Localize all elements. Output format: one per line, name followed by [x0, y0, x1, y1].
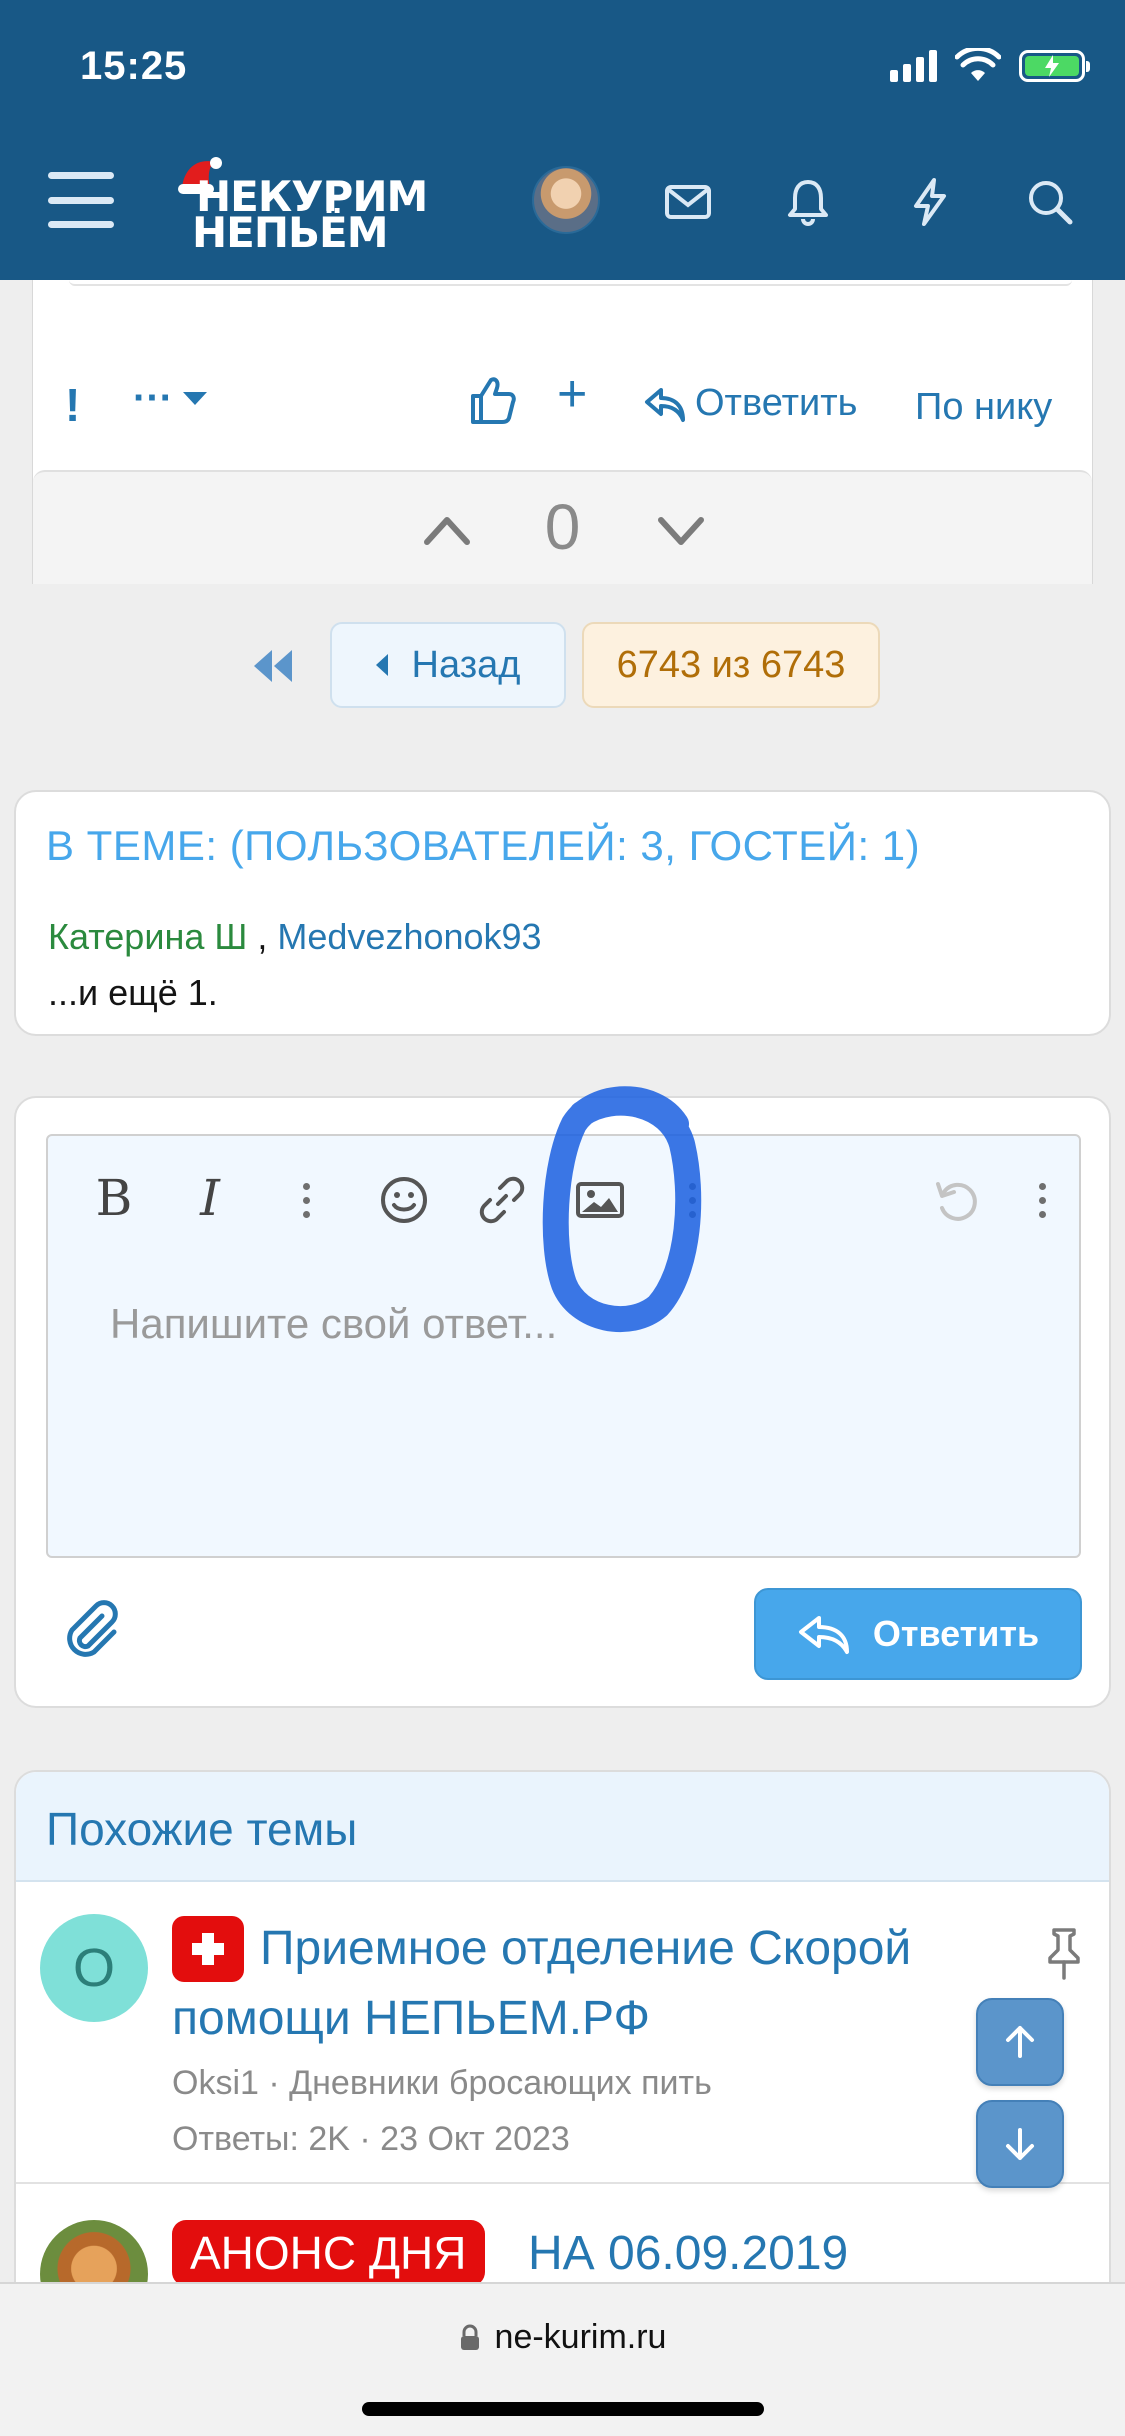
similar-topics-header: Похожие темы: [16, 1772, 1109, 1882]
reply-icon: [645, 387, 685, 422]
topic-stats: Ответы: 2K · 23 Окт 2023: [172, 2120, 570, 2158]
in-topic-title[interactable]: В ТЕМЕ: (ПОЛЬЗОВАТЕЛЕЙ: 3, ГОСТЕЙ: 1): [46, 822, 920, 870]
report-button[interactable]: !: [65, 378, 80, 432]
bell-icon[interactable]: [782, 176, 834, 228]
lock-icon: [460, 2324, 479, 2350]
more-format-icon[interactable]: [280, 1174, 332, 1226]
more-actions-button[interactable]: ···: [133, 376, 207, 421]
post-actions: ! ··· + Ответить По нику: [33, 365, 1092, 450]
arrow-down-icon: [1006, 2128, 1034, 2160]
topic-title-link[interactable]: Приемное отделение Скорой помощи НЕПЬЕМ.…: [172, 1914, 992, 2054]
battery-icon: [1019, 50, 1090, 82]
post-card: ! ··· + Ответить По нику 0: [32, 280, 1093, 584]
browser-address-bar[interactable]: ne-kurim.ru: [0, 2282, 1125, 2436]
link-icon[interactable]: [476, 1174, 528, 1226]
first-page-icon[interactable]: [248, 644, 298, 688]
mail-icon[interactable]: [662, 176, 714, 228]
status-icons: [890, 48, 1090, 84]
avatar[interactable]: [532, 166, 600, 234]
more-users-text: ...и ещё 1.: [48, 972, 218, 1013]
vote-count: 0: [544, 491, 581, 563]
image-icon[interactable]: [574, 1174, 626, 1226]
chevron-down-icon: [182, 392, 207, 405]
reply-editor-block: B I Напишите свой ответ... Ответить: [14, 1096, 1111, 1708]
pagination: Назад 6743 из 6743: [0, 620, 1125, 712]
pin-icon: [1048, 1928, 1080, 1980]
reply-input-placeholder[interactable]: Напишите свой ответ...: [110, 1300, 557, 1348]
back-button-label: Назад: [411, 643, 521, 686]
cellular-signal-icon: [890, 50, 937, 82]
header-nav: НЕКУРИМ НЕПЬЁМ: [0, 150, 1125, 257]
search-icon[interactable]: [1024, 176, 1076, 228]
menu-icon[interactable]: [48, 172, 114, 228]
bold-button[interactable]: B: [88, 1169, 140, 1227]
downvote-icon[interactable]: [653, 502, 709, 558]
reply-editor[interactable]: B I Напишите свой ответ...: [46, 1134, 1081, 1558]
scroll-bottom-button[interactable]: [976, 2100, 1064, 2188]
status-time: 15:25: [80, 44, 188, 88]
scroll-top-button[interactable]: [976, 1998, 1064, 2086]
more-options-icon[interactable]: [666, 1174, 718, 1226]
reply-link-label: Ответить: [695, 382, 858, 424]
in-topic-block: В ТЕМЕ: (ПОЛЬЗОВАТЕЛЕЙ: 3, ГОСТЕЙ: 1) Ка…: [14, 790, 1111, 1036]
logo-text-line2: НЕПЬЁМ: [192, 208, 388, 257]
user-separator: ,: [257, 916, 268, 957]
like-icon[interactable]: [469, 374, 517, 426]
url-display[interactable]: ne-kurim.ru: [0, 2318, 1125, 2357]
editor-menu-icon[interactable]: [1016, 1174, 1068, 1226]
similar-topics-title: Похожие темы: [46, 1803, 358, 1855]
more-dots: ···: [133, 376, 173, 420]
chevron-left-icon: [375, 654, 388, 676]
paperclip-icon[interactable]: [62, 1598, 124, 1660]
reply-icon: [798, 1616, 849, 1654]
reply-link[interactable]: Ответить: [643, 382, 857, 425]
post-content-edge: [69, 280, 1072, 286]
back-button[interactable]: Назад: [330, 622, 566, 708]
in-topic-users: Катерина Ш , Medvezhonok93: [48, 916, 542, 958]
editor-toolbar: B I: [48, 1136, 1079, 1256]
topic-title-link[interactable]: НА 06.09.2019: [528, 2226, 848, 2281]
site-logo[interactable]: НЕКУРИМ НЕПЬЁМ: [178, 154, 458, 257]
url-text: ne-kurim.ru: [494, 2318, 667, 2356]
page-counter[interactable]: 6743 из 6743: [582, 622, 880, 708]
list-item[interactable]: O Приемное отделение Скорой помощи НЕПЬЕ…: [16, 1884, 1109, 2184]
home-indicator[interactable]: [362, 2402, 764, 2416]
user-link[interactable]: Катерина Ш: [48, 916, 247, 957]
submit-reply-label: Ответить: [872, 1613, 1040, 1654]
avatar[interactable]: O: [40, 1914, 148, 2022]
add-reaction-button[interactable]: +: [557, 364, 587, 424]
smiley-icon[interactable]: [378, 1174, 430, 1226]
italic-button[interactable]: I: [184, 1169, 236, 1227]
arrow-up-icon: [1006, 2026, 1034, 2058]
vote-bar: 0: [33, 470, 1092, 584]
by-nick-link[interactable]: По нику: [915, 386, 1052, 429]
submit-reply-button[interactable]: Ответить: [754, 1588, 1082, 1680]
user-link[interactable]: Medvezhonok93: [277, 916, 541, 957]
topic-meta: Oksi1 · Дневники бросающих пить: [172, 2064, 712, 2102]
wifi-icon: [955, 48, 1001, 81]
undo-icon[interactable]: [930, 1174, 982, 1226]
lightning-icon[interactable]: [904, 176, 956, 228]
prefix-badge: АНОНС ДНЯ: [172, 2220, 485, 2286]
app-header: 15:25 НЕКУРИМ НЕПЬЁМ: [0, 0, 1125, 280]
medical-cross-icon: [172, 1916, 244, 1982]
